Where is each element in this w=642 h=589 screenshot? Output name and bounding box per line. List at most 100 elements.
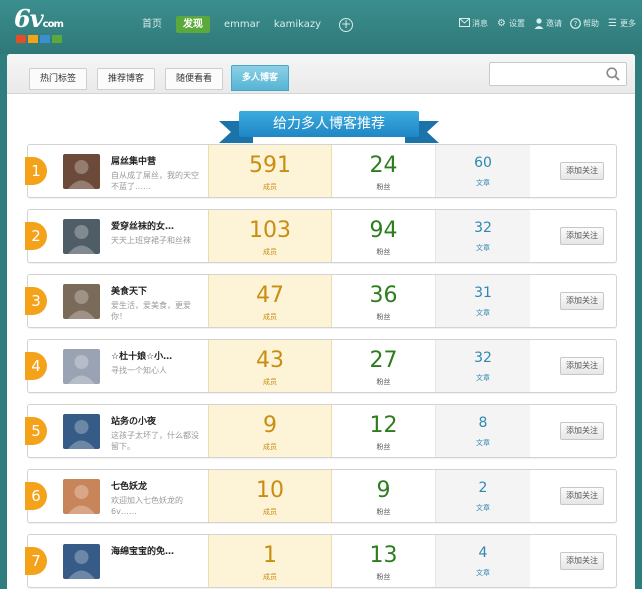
posts-count-cell: 60 文章 <box>436 145 530 197</box>
settings-link[interactable]: ⚙ 设置 <box>496 18 525 29</box>
blog-name[interactable]: ☆杜十娘☆小… <box>111 349 201 362</box>
posts-count-cell: 32 文章 <box>436 340 530 392</box>
blog-name[interactable]: 站务の小夜 <box>111 414 201 427</box>
blog-row: 4 ☆杜十娘☆小… 寻找一个知心人 43 成员 27 粉丝 32 文章 添加关注 <box>25 339 617 393</box>
blog-row: 5 站务の小夜 这孩子太坏了，什么都没留下。 9 成员 12 粉丝 8 文章 添加关注 <box>25 404 617 458</box>
blog-description: 寻找一个知心人 <box>111 366 167 375</box>
member-count: 1 <box>263 543 277 568</box>
member-count-cell: 10 成员 <box>208 470 332 522</box>
blog-description: 自从成了屌丝，我的天空不蓝了…… <box>111 171 199 191</box>
nav-home[interactable]: 首页 <box>142 16 162 33</box>
rank-badge: 6 <box>25 482 47 510</box>
more-link[interactable]: ☰ 更多 <box>607 18 636 29</box>
fans-count: 24 <box>369 153 398 178</box>
posts-count: 60 <box>474 155 492 171</box>
tab-random[interactable]: 随便看看 <box>165 68 224 90</box>
member-count: 43 <box>256 348 284 373</box>
follow-button[interactable]: 添加关注 <box>560 292 604 310</box>
fans-label: 粉丝 <box>376 508 391 516</box>
member-label: 成员 <box>263 573 277 581</box>
posts-label: 文章 <box>476 569 490 577</box>
add-blog-plus-icon[interactable]: + <box>339 17 354 32</box>
posts-label: 文章 <box>476 374 490 382</box>
user-icon <box>533 18 544 29</box>
fans-count: 36 <box>369 283 398 308</box>
tab-hot-tags[interactable]: 热门标签 <box>29 68 88 90</box>
fans-label: 粉丝 <box>376 313 391 321</box>
blog-description: 爱生活，爱美食，更爱你！ <box>111 301 191 321</box>
follow-button[interactable]: 添加关注 <box>560 422 604 440</box>
follow-button[interactable]: 添加关注 <box>560 552 604 570</box>
blog-info: 七色妖龙欢迎加入七色妖龙的6v…… <box>111 479 201 517</box>
rank-badge: 1 <box>25 157 47 185</box>
blog-name[interactable]: 海绵宝宝的免… <box>111 544 201 557</box>
fans-label: 粉丝 <box>376 573 391 581</box>
posts-label: 文章 <box>476 439 490 447</box>
tab-recommended-blogs[interactable]: 推荐博客 <box>97 68 156 90</box>
tab-group-blogs[interactable]: 多人博客 <box>231 65 290 91</box>
messages-link[interactable]: 消息 <box>459 18 488 29</box>
posts-label: 文章 <box>476 309 490 317</box>
search-input[interactable] <box>490 63 600 85</box>
blog-description <box>111 560 201 582</box>
settings-label: 设置 <box>509 19 525 28</box>
member-label: 成员 <box>263 183 277 191</box>
search-icon[interactable] <box>606 67 620 81</box>
fans-count: 94 <box>369 218 398 243</box>
fans-label: 粉丝 <box>376 183 391 191</box>
posts-count: 2 <box>478 480 488 496</box>
blog-info: 站务の小夜这孩子太坏了，什么都没留下。 <box>111 414 201 452</box>
posts-label: 文章 <box>476 504 490 512</box>
posts-count: 8 <box>478 415 488 431</box>
nav-blog-kamikazy[interactable]: kamikazy <box>274 16 321 33</box>
blog-description: 天天上班穿裙子和丝袜 <box>111 236 191 245</box>
blog-avatar[interactable] <box>63 544 100 579</box>
site-logo[interactable]: 6vcom <box>12 4 68 44</box>
member-label: 成员 <box>263 248 277 256</box>
fans-count-cell: 13 粉丝 <box>332 535 436 587</box>
follow-button[interactable]: 添加关注 <box>560 487 604 505</box>
fans-count-cell: 36 粉丝 <box>332 275 436 327</box>
blog-description: 这孩子太坏了，什么都没留下。 <box>111 431 199 451</box>
follow-button[interactable]: 添加关注 <box>560 357 604 375</box>
nav-discover[interactable]: 发现 <box>176 16 210 33</box>
blog-name[interactable]: 七色妖龙 <box>111 479 201 492</box>
posts-count-cell: 4 文章 <box>436 535 530 587</box>
blog-avatar[interactable] <box>63 154 100 189</box>
member-count-cell: 1 成员 <box>208 535 332 587</box>
rank-badge: 3 <box>25 287 47 315</box>
rank-badge: 2 <box>25 222 47 250</box>
member-count-cell: 9 成员 <box>208 405 332 457</box>
blog-name[interactable]: 美食天下 <box>111 284 201 297</box>
posts-count-cell: 8 文章 <box>436 405 530 457</box>
member-label: 成员 <box>263 313 277 321</box>
posts-label: 文章 <box>476 244 490 252</box>
blog-name[interactable]: 屌丝集中营 <box>111 154 201 167</box>
fans-label: 粉丝 <box>376 248 391 256</box>
rank-badge: 4 <box>25 352 47 380</box>
member-label: 成员 <box>263 443 277 451</box>
help-link[interactable]: ? 帮助 <box>570 18 599 29</box>
follow-button[interactable]: 添加关注 <box>560 162 604 180</box>
blog-name[interactable]: 爱穿丝袜的女… <box>111 219 201 232</box>
fans-count-cell: 24 粉丝 <box>332 145 436 197</box>
follow-button[interactable]: 添加关注 <box>560 227 604 245</box>
blog-avatar[interactable] <box>63 349 100 384</box>
blog-avatar[interactable] <box>63 284 100 319</box>
invite-link[interactable]: 邀请 <box>533 18 562 29</box>
banner-title: 给力多人博客推荐 <box>239 111 419 137</box>
blog-info: ☆杜十娘☆小… 寻找一个知心人 <box>111 349 201 387</box>
member-label: 成员 <box>263 378 277 386</box>
member-count-cell: 591 成员 <box>208 145 332 197</box>
blog-avatar[interactable] <box>63 479 100 514</box>
blog-avatar[interactable] <box>63 219 100 254</box>
svg-text:?: ? <box>574 20 578 28</box>
fans-count: 27 <box>369 348 398 373</box>
nav-blog-emmar[interactable]: emmar <box>224 16 260 33</box>
blog-avatar[interactable] <box>63 414 100 449</box>
fans-label: 粉丝 <box>376 443 391 451</box>
posts-count-cell: 32 文章 <box>436 210 530 262</box>
blog-info: 美食天下爱生活，爱美食，更爱你！ <box>111 284 201 322</box>
blog-description: 欢迎加入七色妖龙的6v…… <box>111 496 183 516</box>
blog-info: 爱穿丝袜的女… 天天上班穿裙子和丝袜 <box>111 219 201 257</box>
